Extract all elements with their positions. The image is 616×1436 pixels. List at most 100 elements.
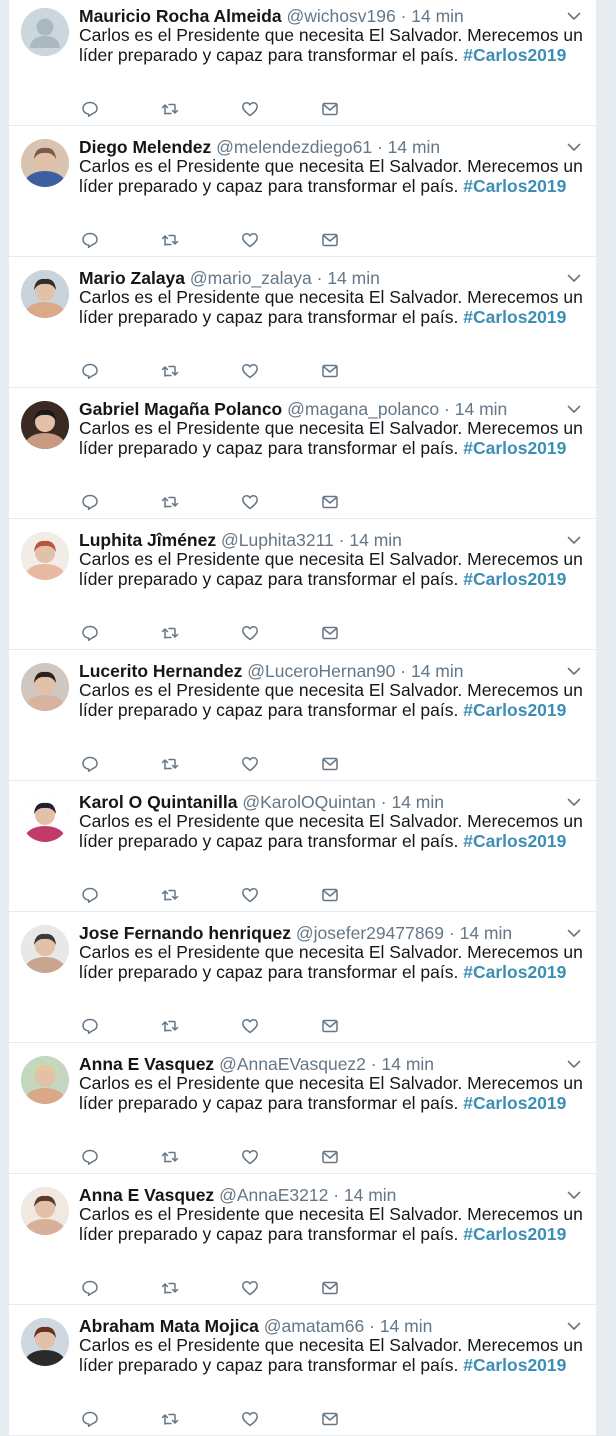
retweet-icon[interactable] (161, 886, 179, 904)
chevron-down-icon[interactable] (566, 1057, 582, 1071)
retweet-icon[interactable] (161, 100, 179, 118)
chevron-down-icon[interactable] (566, 271, 582, 285)
hashtag-link[interactable]: #Carlos2019 (463, 1355, 566, 1375)
timestamp[interactable]: 14 min (411, 661, 464, 681)
author-name[interactable]: Jose Fernando henriquez (79, 923, 291, 943)
hashtag-link[interactable]: #Carlos2019 (463, 307, 566, 327)
author-handle[interactable]: @AnnaEVasquez2 (219, 1054, 366, 1074)
avatar[interactable] (21, 532, 69, 580)
author-name[interactable]: Gabriel Magaña Polanco (79, 399, 282, 419)
hashtag-link[interactable]: #Carlos2019 (463, 962, 566, 982)
chevron-down-icon[interactable] (566, 140, 582, 154)
author-name[interactable]: Mario Zalaya (79, 268, 185, 288)
like-icon[interactable] (241, 1148, 259, 1166)
author-handle[interactable]: @Luphita3211 (221, 530, 334, 550)
reply-icon[interactable] (81, 886, 99, 904)
hashtag-link[interactable]: #Carlos2019 (463, 176, 566, 196)
tweet[interactable]: Karol O Quintanilla @KarolOQuintan · 14 … (9, 781, 596, 912)
retweet-icon[interactable] (161, 1017, 179, 1035)
direct-message-icon[interactable] (321, 362, 339, 380)
author-handle[interactable]: @mario_zalaya (190, 268, 312, 288)
avatar[interactable] (21, 270, 69, 318)
retweet-icon[interactable] (161, 624, 179, 642)
direct-message-icon[interactable] (321, 1410, 339, 1428)
reply-icon[interactable] (81, 1017, 99, 1035)
author-handle[interactable]: @AnnaE3212 (219, 1185, 328, 1205)
timestamp[interactable]: 14 min (455, 399, 508, 419)
hashtag-link[interactable]: #Carlos2019 (463, 1093, 566, 1113)
author-handle[interactable]: @wichosv196 (286, 6, 395, 26)
like-icon[interactable] (241, 886, 259, 904)
hashtag-link[interactable]: #Carlos2019 (463, 700, 566, 720)
timestamp[interactable]: 14 min (349, 530, 402, 550)
tweet[interactable]: Jose Fernando henriquez @josefer29477869… (9, 912, 596, 1043)
author-name[interactable]: Diego Melendez (79, 137, 211, 157)
author-handle[interactable]: @josefer29477869 (296, 923, 444, 943)
tweet[interactable]: Mauricio Rocha Almeida @wichosv196 · 14 … (9, 0, 596, 126)
author-name[interactable]: Abraham Mata Mojica (79, 1316, 259, 1336)
chevron-down-icon[interactable] (566, 664, 582, 678)
retweet-icon[interactable] (161, 1410, 179, 1428)
avatar[interactable] (21, 794, 69, 842)
retweet-icon[interactable] (161, 1148, 179, 1166)
author-name[interactable]: Anna E Vasquez (79, 1185, 214, 1205)
author-name[interactable]: Lucerito Hernandez (79, 661, 242, 681)
direct-message-icon[interactable] (321, 100, 339, 118)
like-icon[interactable] (241, 493, 259, 511)
reply-icon[interactable] (81, 1148, 99, 1166)
avatar[interactable] (21, 8, 69, 56)
tweet[interactable]: Abraham Mata Mojica @amatam66 · 14 min Ca… (9, 1305, 596, 1436)
hashtag-link[interactable]: #Carlos2019 (463, 1224, 566, 1244)
direct-message-icon[interactable] (321, 755, 339, 773)
tweet[interactable]: Luphita Jîménez @Luphita3211 · 14 min Car… (9, 519, 596, 650)
author-name[interactable]: Luphita Jîménez (79, 530, 216, 550)
reply-icon[interactable] (81, 100, 99, 118)
chevron-down-icon[interactable] (566, 1319, 582, 1333)
direct-message-icon[interactable] (321, 1148, 339, 1166)
retweet-icon[interactable] (161, 362, 179, 380)
author-handle[interactable]: @melendezdiego61 (216, 137, 372, 157)
direct-message-icon[interactable] (321, 624, 339, 642)
reply-icon[interactable] (81, 1410, 99, 1428)
timestamp[interactable]: 14 min (388, 137, 441, 157)
author-handle[interactable]: @KarolOQuintan (242, 792, 376, 812)
author-handle[interactable]: @amatam66 (264, 1316, 364, 1336)
avatar[interactable] (21, 1056, 69, 1104)
chevron-down-icon[interactable] (566, 1188, 582, 1202)
reply-icon[interactable] (81, 1279, 99, 1297)
reply-icon[interactable] (81, 493, 99, 511)
timestamp[interactable]: 14 min (391, 792, 444, 812)
hashtag-link[interactable]: #Carlos2019 (463, 569, 566, 589)
reply-icon[interactable] (81, 231, 99, 249)
reply-icon[interactable] (81, 362, 99, 380)
avatar[interactable] (21, 401, 69, 449)
author-name[interactable]: Mauricio Rocha Almeida (79, 6, 282, 26)
retweet-icon[interactable] (161, 493, 179, 511)
direct-message-icon[interactable] (321, 493, 339, 511)
author-name[interactable]: Anna E Vasquez (79, 1054, 214, 1074)
avatar[interactable] (21, 663, 69, 711)
chevron-down-icon[interactable] (566, 533, 582, 547)
like-icon[interactable] (241, 1017, 259, 1035)
direct-message-icon[interactable] (321, 1279, 339, 1297)
author-handle[interactable]: @LuceroHernan90 (247, 661, 395, 681)
like-icon[interactable] (241, 624, 259, 642)
like-icon[interactable] (241, 1410, 259, 1428)
direct-message-icon[interactable] (321, 886, 339, 904)
like-icon[interactable] (241, 755, 259, 773)
author-handle[interactable]: @magana_polanco (287, 399, 439, 419)
reply-icon[interactable] (81, 624, 99, 642)
reply-icon[interactable] (81, 755, 99, 773)
retweet-icon[interactable] (161, 231, 179, 249)
hashtag-link[interactable]: #Carlos2019 (463, 438, 566, 458)
timestamp[interactable]: 14 min (411, 6, 464, 26)
avatar[interactable] (21, 139, 69, 187)
retweet-icon[interactable] (161, 1279, 179, 1297)
chevron-down-icon[interactable] (566, 9, 582, 23)
avatar[interactable] (21, 925, 69, 973)
avatar[interactable] (21, 1318, 69, 1366)
tweet[interactable]: Gabriel Magaña Polanco @magana_polanco ·… (9, 388, 596, 519)
direct-message-icon[interactable] (321, 1017, 339, 1035)
tweet[interactable]: Anna E Vasquez @AnnaE3212 · 14 min Carlos… (9, 1174, 596, 1305)
tweet[interactable]: Lucerito Hernandez @LuceroHernan90 · 14 … (9, 650, 596, 781)
